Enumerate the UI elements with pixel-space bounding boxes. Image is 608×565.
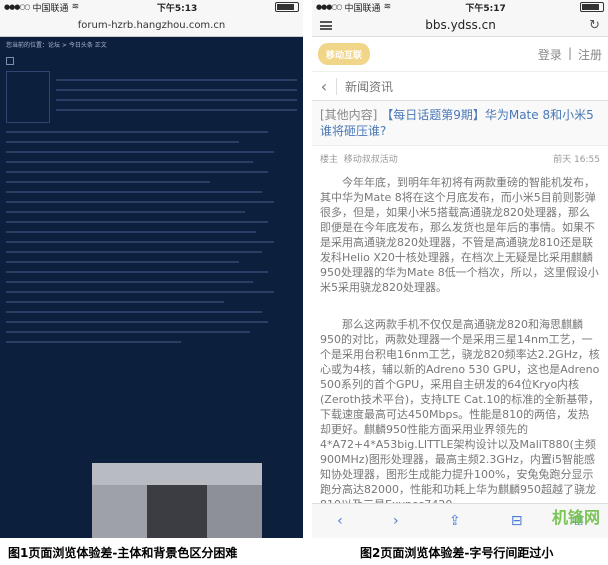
- auth-links: 登录 | 注册: [537, 45, 602, 63]
- watermark-logo: 机锋网: [551, 508, 600, 527]
- site-logo[interactable]: 移动互联: [318, 43, 370, 65]
- caption-left: 图1页面浏览体验差-主体和背景色区分困难: [8, 546, 238, 560]
- carrier: 中国联通: [32, 3, 69, 14]
- signal-icon: ●●●○○: [316, 3, 343, 11]
- carrier: 中国联通: [344, 3, 381, 14]
- right-screenshot: ●●●○○ 中国联通 ≋ 下午5:17 bbs.ydss.cn ↻ 移动互联 登录 …: [312, 0, 608, 538]
- article-area: 您当前的位置：论坛 > 今日头条 正文: [0, 37, 303, 355]
- breadcrumb: 您当前的位置：论坛 > 今日头条 正文: [6, 42, 107, 49]
- caption-right: 图2页面浏览体验差-字号行间距过小: [360, 546, 554, 560]
- checkbox[interactable]: [6, 57, 14, 65]
- address-bar[interactable]: forum-hzrb.hangzhou.com.cn: [0, 14, 303, 37]
- clock: 下午5:13: [156, 3, 198, 14]
- section-nav: ‹ 新闻资讯: [312, 72, 608, 101]
- back-arrow-icon[interactable]: ‹: [337, 513, 343, 529]
- status-bar: ●●●○○ 中国联通 ≋ 下午5:17: [312, 0, 608, 14]
- back-icon[interactable]: ‹: [312, 77, 336, 96]
- paragraph: 那么这两款手机不仅仅是高通骁龙820和海思麒麟950的对比，两款处理器一个是采用…: [320, 318, 600, 511]
- section-title: 新闻资讯: [336, 77, 393, 95]
- post-meta: [56, 71, 297, 123]
- wifi-icon: ≋: [71, 2, 80, 12]
- thread-tag: [其他内容]: [320, 108, 378, 122]
- url-text: forum-hzrb.hangzhou.com.cn: [77, 19, 226, 31]
- bookmarks-icon[interactable]: ⊟: [511, 513, 523, 529]
- post-header: [6, 71, 297, 123]
- battery-icon: [275, 2, 299, 12]
- reload-icon[interactable]: ↻: [589, 18, 600, 33]
- avatar: [6, 71, 50, 123]
- article-photo: [92, 463, 262, 538]
- login-link[interactable]: 登录: [538, 46, 562, 63]
- low-contrast-text: [6, 131, 297, 343]
- left-screenshot: ●●●○○ 中国联通 ≋ 下午5:13 forum-hzrb.hangzhou.co…: [0, 0, 303, 538]
- battery-icon: [580, 2, 604, 12]
- menu-icon[interactable]: [320, 20, 332, 30]
- clock: 下午5:17: [465, 3, 506, 14]
- thread-title: [其他内容] 【每日话题第9期】华为Mate 8和小米5谁将砸压谁?: [312, 101, 608, 146]
- forward-arrow-icon[interactable]: ›: [393, 513, 399, 529]
- address-bar: bbs.ydss.cn ↻: [312, 14, 608, 37]
- paragraph: 今年年底，到明年年初将有两款重磅的智能机发布，其中华为Mate 8将在这个月底发…: [320, 176, 599, 294]
- post-meta: 楼主 移动叔叔活动 前天 16:55: [312, 146, 608, 171]
- share-icon[interactable]: ⇪: [449, 513, 461, 529]
- site-header: 移动互联 登录 | 注册: [312, 37, 608, 72]
- status-bar: ●●●○○ 中国联通 ≋ 下午5:13: [0, 0, 303, 14]
- post-time: 前天 16:55: [553, 155, 600, 165]
- signal-icon: ●●●○○: [4, 3, 31, 11]
- poster-role: 楼主: [320, 155, 339, 165]
- url-text[interactable]: bbs.ydss.cn: [342, 18, 579, 32]
- poster-group: 移动叔叔活动: [343, 155, 398, 165]
- register-link[interactable]: 注册: [578, 46, 602, 63]
- post-body: 今年年底，到明年年初将有两款重磅的智能机发布，其中华为Mate 8将在这个月底发…: [312, 171, 608, 538]
- wifi-icon: ≋: [383, 2, 392, 12]
